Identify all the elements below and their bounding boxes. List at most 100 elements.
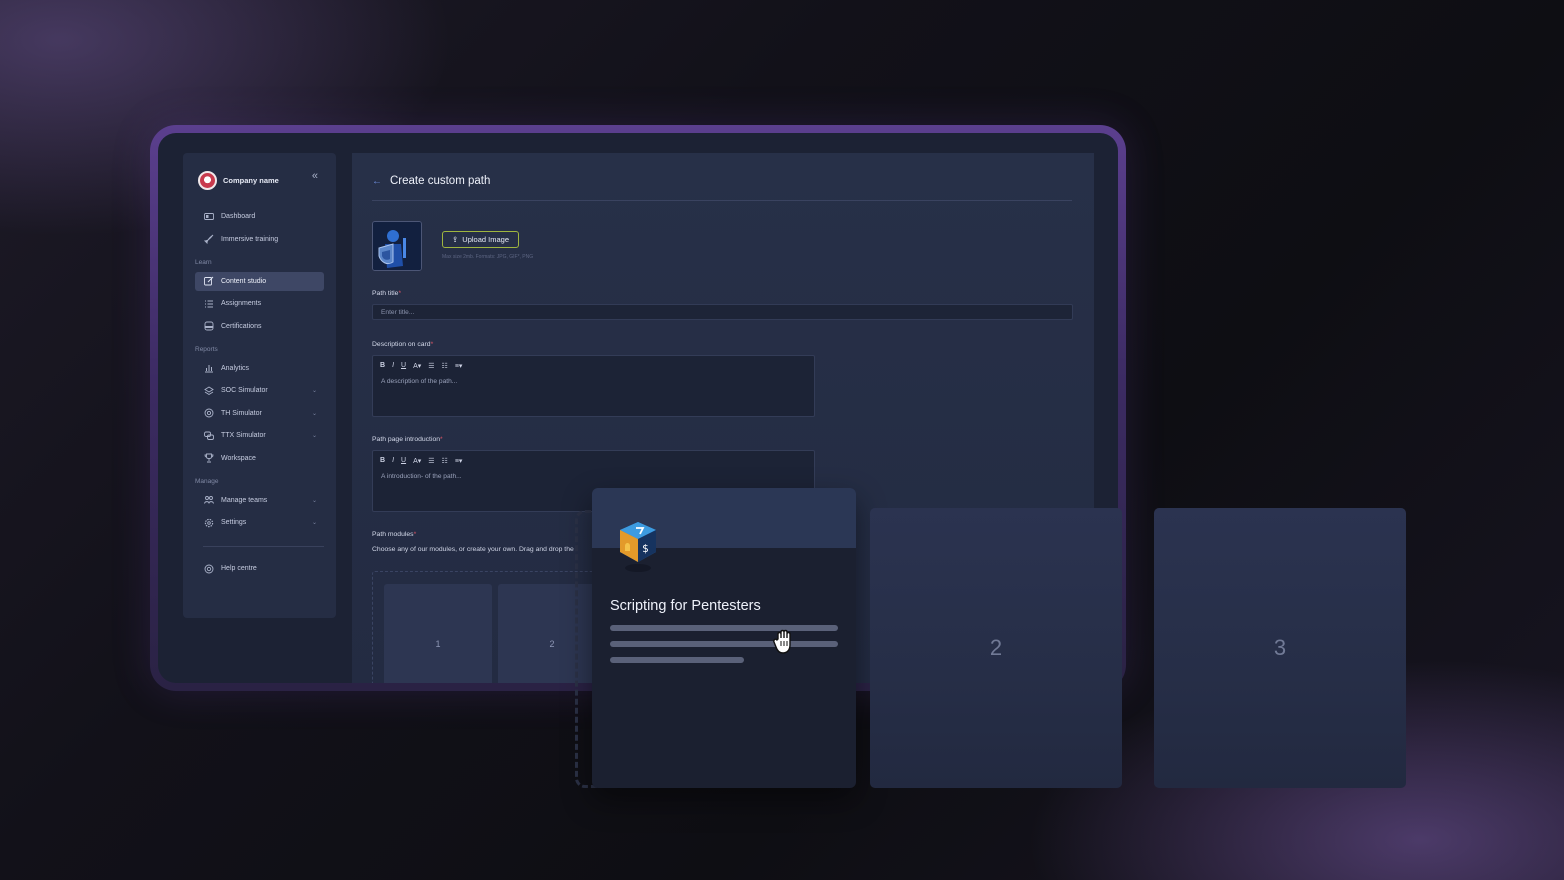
numbered-list-icon[interactable]: ☷ (442, 457, 448, 465)
upload-button-label: Upload Image (462, 235, 509, 244)
page-header: ← Create custom path (372, 175, 490, 187)
font-color-button[interactable]: A▾ (413, 362, 421, 370)
section-label-reports: Reports (195, 345, 218, 353)
section-label-manage: Manage (195, 477, 219, 485)
sidebar-item-th-simulator[interactable]: TH Simulator ⌄ (195, 404, 324, 423)
rocket-icon (204, 234, 214, 244)
path-title-label: Path title* (372, 290, 401, 297)
sidebar-item-ttx-simulator[interactable]: TTX Simulator ⌄ (195, 426, 324, 445)
required-marker: * (430, 341, 434, 348)
sidebar-item-certifications[interactable]: Certifications (195, 317, 324, 336)
intro-placeholder: A introduction- of the path... (381, 473, 462, 480)
list-icon (204, 299, 214, 309)
chevron-down-icon[interactable]: ⌄ (312, 387, 317, 394)
bar-chart-icon (204, 363, 214, 373)
upload-icon: ⇪ (452, 235, 459, 244)
sidebar-item-label: Analytics (221, 364, 250, 372)
path-title-input[interactable]: Enter title... (372, 304, 1073, 320)
module-card-title: Scripting for Pentesters (610, 598, 761, 614)
italic-button[interactable]: I (392, 362, 394, 370)
sidebar-item-help-centre[interactable]: Help centre (195, 559, 324, 578)
sidebar-item-label: Workspace (221, 454, 256, 462)
intro-label: Path page introduction* (372, 436, 443, 443)
bullet-list-icon[interactable]: ☰ (428, 362, 434, 370)
align-icon[interactable]: ≡▾ (455, 457, 463, 465)
sidebar-item-label: Assignments (221, 300, 262, 307)
grab-cursor-icon (773, 629, 791, 654)
modules-label-text: Path modules (372, 531, 414, 538)
upload-hint: Max size 2mb. Formats: JPG, GIF*, PNG (442, 254, 534, 260)
sidebar-item-label: Immersive training (221, 235, 279, 243)
sidebar-item-immersive-training[interactable]: Immersive training (195, 230, 324, 249)
bold-button[interactable]: B (380, 362, 385, 370)
font-color-button[interactable]: A▾ (413, 457, 421, 465)
bullet-list-icon[interactable]: ☰ (428, 457, 434, 465)
sidebar-item-label: SOC Simulator (221, 387, 268, 394)
team-icon (204, 495, 214, 505)
required-marker: * (398, 290, 402, 297)
sidebar-item-settings[interactable]: Settings ⌄ (195, 513, 324, 532)
modules-label: Path modules* (372, 531, 416, 538)
text-placeholder-bar (610, 641, 838, 647)
back-arrow-icon[interactable]: ← (372, 176, 382, 187)
sidebar-item-label: Manage teams (221, 496, 268, 504)
chevron-down-icon[interactable]: ⌄ (312, 497, 317, 504)
sidebar-nav: Dashboard Immersive training Learn Conte… (195, 207, 324, 582)
chat-icon (204, 431, 214, 441)
modules-hint: Choose any of our modules, or create you… (372, 546, 574, 553)
italic-button[interactable]: I (392, 457, 394, 465)
sidebar-divider (203, 546, 324, 547)
target-icon (204, 408, 214, 418)
chevron-down-icon[interactable]: ⌄ (312, 432, 317, 439)
module-slot[interactable]: 1 (384, 584, 492, 683)
description-placeholder: A description of the path... (381, 378, 458, 385)
sidebar-item-analytics[interactable]: Analytics (195, 359, 324, 378)
header-divider (372, 200, 1072, 201)
text-placeholder-bar (610, 625, 838, 631)
knight-shield-image (373, 222, 421, 270)
brand[interactable]: Company name (198, 171, 279, 190)
trophy-icon (204, 453, 214, 463)
sidebar-item-label: TTX Simulator (221, 432, 266, 439)
align-icon[interactable]: ≡▾ (455, 362, 463, 370)
description-editor[interactable]: B I U A▾ ☰ ☷ ≡▾ A description of the pat… (372, 355, 815, 417)
sidebar-item-label: TH Simulator (221, 409, 262, 417)
underline-button[interactable]: U (401, 457, 406, 465)
terminal-cube-icon: $ (620, 522, 656, 572)
chevron-down-icon[interactable]: ⌄ (312, 410, 317, 417)
chevron-down-icon[interactable]: ⌄ (312, 519, 317, 526)
underline-button[interactable]: U (401, 362, 406, 370)
dragged-module-card[interactable]: $ Scripting for Pentesters (592, 488, 856, 788)
company-logo (198, 171, 217, 190)
required-marker: * (413, 531, 417, 538)
collapse-sidebar-icon[interactable]: « (312, 170, 318, 182)
description-label-text: Description on card (372, 341, 431, 348)
dashboard-icon (204, 212, 214, 222)
company-name: Company name (223, 176, 279, 185)
module-placeholder-card[interactable]: 3 (1154, 508, 1406, 788)
sidebar-item-manage-teams[interactable]: Manage teams ⌄ (195, 491, 324, 510)
path-image-thumbnail[interactable] (372, 221, 422, 271)
numbered-list-icon[interactable]: ☷ (442, 362, 448, 370)
sidebar-item-label: Settings (221, 519, 247, 526)
intro-label-text: Path page introduction (372, 436, 441, 443)
sidebar-item-workspace[interactable]: Workspace (195, 449, 324, 468)
sidebar-item-assignments[interactable]: Assignments (195, 294, 324, 313)
sidebar-item-soc-simulator[interactable]: SOC Simulator ⌄ (195, 381, 324, 400)
section-label-learn: Learn (195, 258, 212, 266)
description-label: Description on card* (372, 341, 433, 348)
sidebar-item-content-studio[interactable]: Content studio (195, 271, 324, 291)
gear-icon (204, 518, 214, 528)
sidebar-item-label: Dashboard (221, 213, 256, 220)
sidebar-item-label: Help centre (221, 565, 257, 572)
upload-image-button[interactable]: ⇪ Upload Image (442, 231, 519, 248)
text-placeholder-bar (610, 657, 744, 663)
path-title-label-text: Path title (372, 290, 399, 297)
required-marker: * (440, 436, 443, 443)
svg-text:$: $ (642, 542, 649, 555)
editor-toolbar: B I U A▾ ☰ ☷ ≡▾ (380, 457, 462, 465)
certificate-icon (204, 321, 214, 331)
module-placeholder-card[interactable]: 2 (870, 508, 1122, 788)
bold-button[interactable]: B (380, 457, 385, 465)
sidebar-item-dashboard[interactable]: Dashboard (195, 207, 324, 226)
